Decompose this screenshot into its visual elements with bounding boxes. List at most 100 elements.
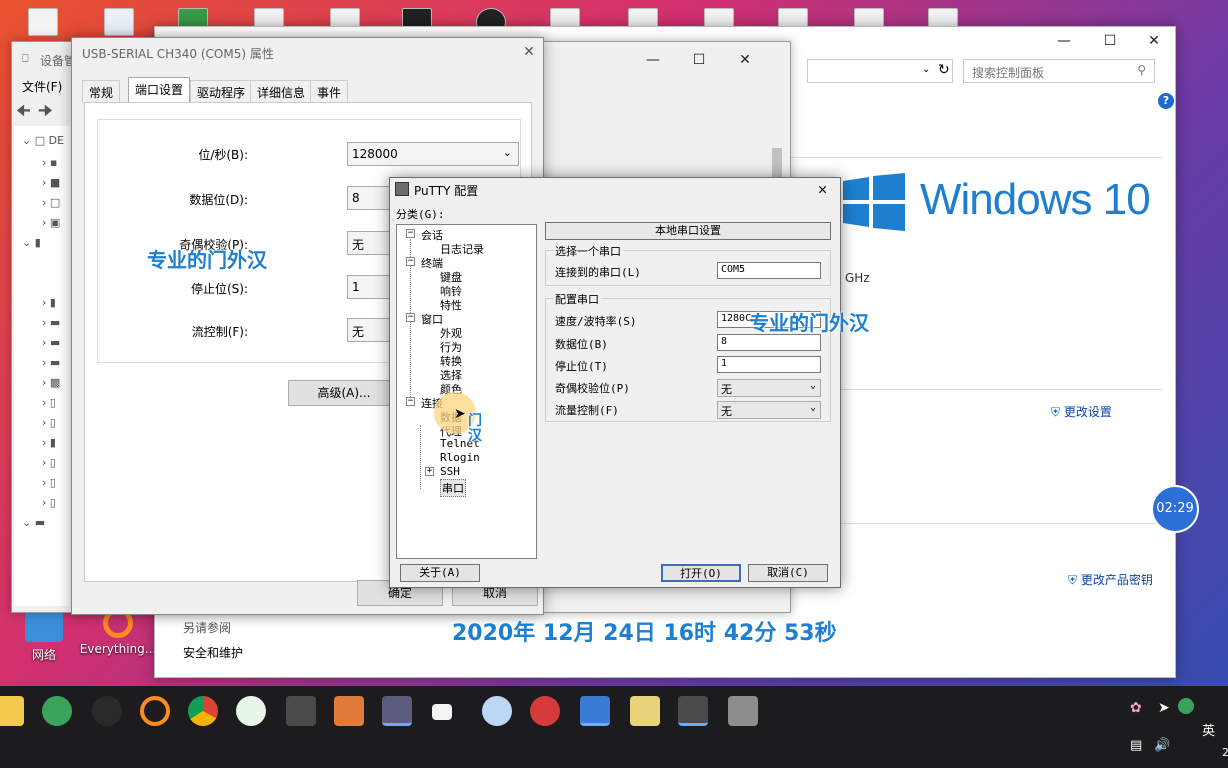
- stop-bits-input[interactable]: 1: [717, 356, 821, 373]
- minimize-button[interactable]: —: [1041, 27, 1087, 55]
- category-tree[interactable]: −会话日志记录−终端键盘响铃特性−窗口外观行为转换选择颜色−连接数据代理Teln…: [396, 224, 537, 559]
- chevron-down-icon: ⌄: [809, 402, 816, 413]
- network-status-icon[interactable]: ▤: [1130, 738, 1142, 753]
- close-button[interactable]: ✕: [506, 38, 552, 66]
- desktop-file-icon[interactable]: [104, 8, 134, 36]
- windows-logo-text: Windows 10: [920, 175, 1151, 224]
- putty-title: PuTTY 配置: [414, 184, 479, 198]
- tree-item[interactable]: ⌄ ▮: [22, 236, 41, 252]
- putty-config-dialog: PuTTY 配置 ✕ 分类(G): − 会话 日志记录 − 终端 键盘 响铃 特性 − 窗口 外观行…: [389, 177, 841, 588]
- close-button[interactable]: ✕: [1131, 27, 1177, 55]
- tree-item[interactable]: › □: [42, 196, 60, 212]
- tab-port-settings[interactable]: 端口设置: [128, 77, 191, 103]
- change-settings-link[interactable]: ⛨ 更改设置: [1051, 403, 1112, 420]
- help-icon[interactable]: ?: [1158, 93, 1174, 109]
- app-icon[interactable]: [482, 696, 512, 726]
- tree-item[interactable]: › ▯: [42, 416, 56, 432]
- tree-expander-icon[interactable]: −: [406, 229, 415, 238]
- tree-item[interactable]: › ▩: [42, 376, 60, 392]
- chevron-down-icon[interactable]: ⌄: [922, 64, 930, 75]
- maximize-button[interactable]: ☐: [676, 46, 722, 74]
- forward-arrow-icon[interactable]: 🠊: [38, 100, 53, 127]
- desktop-icon-network[interactable]: 网络: [4, 608, 84, 663]
- stop-bits-value: 1: [721, 358, 728, 369]
- change-product-key-link[interactable]: ⛨ 更改产品密钥: [1068, 571, 1153, 588]
- back-arrow-icon[interactable]: 🠈: [16, 100, 31, 127]
- tree-item[interactable]: › ▬: [42, 316, 60, 332]
- tree-item[interactable]: SSH: [440, 465, 460, 478]
- data-bits-label: 数据位(B): [555, 338, 608, 351]
- tree-item[interactable]: 特性: [440, 297, 462, 313]
- device-manager-taskbar-icon[interactable]: [580, 696, 610, 726]
- tree-item[interactable]: › ■: [42, 176, 60, 192]
- tree-expander-icon[interactable]: −: [406, 313, 415, 322]
- security-maintenance-link[interactable]: 安全和维护: [183, 644, 243, 661]
- flow-control-select[interactable]: 无 ⌄: [717, 401, 821, 419]
- parity-select[interactable]: 无 ⌄: [717, 379, 821, 397]
- search-input[interactable]: 搜索控制面板 ⚲: [963, 59, 1155, 83]
- refresh-icon[interactable]: ↻: [938, 62, 950, 78]
- select-port-title: 选择一个串口: [553, 243, 623, 259]
- tree-item[interactable]: › ▣: [42, 216, 60, 232]
- tree-root[interactable]: ⌄ □ DE: [22, 134, 64, 150]
- connect-port-value: COM5: [721, 264, 746, 275]
- tree-item[interactable]: › ▯: [42, 496, 56, 512]
- tray-app-icon[interactable]: [1178, 698, 1194, 714]
- player-icon[interactable]: [236, 696, 266, 726]
- tree-item[interactable]: 日志记录: [440, 241, 484, 257]
- app-icon[interactable]: [92, 696, 122, 726]
- chrome-icon[interactable]: [188, 696, 218, 726]
- search-file-icon[interactable]: [630, 696, 660, 726]
- maximize-button[interactable]: ☐: [1087, 27, 1133, 55]
- tree-expander-icon[interactable]: −: [406, 257, 415, 266]
- desktop-file-icon[interactable]: [28, 8, 58, 36]
- tree-item[interactable]: › ▬: [42, 336, 60, 352]
- divider: [785, 157, 1163, 158]
- close-button[interactable]: ✕: [818, 180, 827, 198]
- tree-item[interactable]: ⌄ ▬: [22, 516, 45, 532]
- tab-general[interactable]: 常规: [82, 80, 121, 102]
- tree-item[interactable]: › ▪: [42, 156, 57, 172]
- tree-item[interactable]: 串口: [440, 479, 466, 497]
- tree-item[interactable]: › ▯: [42, 476, 56, 492]
- app-icon[interactable]: [334, 696, 364, 726]
- tree-item[interactable]: › ▮: [42, 296, 56, 312]
- volume-icon[interactable]: 🔊: [1154, 738, 1170, 753]
- browser-icon[interactable]: [42, 696, 72, 726]
- connect-port-input[interactable]: COM5: [717, 262, 821, 279]
- close-button[interactable]: ✕: [722, 46, 768, 74]
- tab-driver[interactable]: 驱动程序: [190, 80, 253, 102]
- tree-item[interactable]: › ▯: [42, 456, 56, 472]
- chip-icon[interactable]: [678, 696, 708, 726]
- chip-icon[interactable]: [286, 696, 316, 726]
- tree-item[interactable]: › ▯: [42, 396, 56, 412]
- tree-item[interactable]: Rlogin: [440, 451, 480, 464]
- printer-icon[interactable]: [728, 696, 758, 726]
- advanced-button[interactable]: 高级(A)...: [288, 380, 400, 406]
- bits-per-second-select[interactable]: 128000 ⌄: [347, 142, 519, 166]
- stop-bits-label: 停止位(S):: [190, 282, 248, 296]
- tree-item[interactable]: › ▬: [42, 356, 60, 372]
- tab-events[interactable]: 事件: [310, 80, 349, 102]
- tree-expander-icon[interactable]: +: [425, 467, 434, 476]
- about-button[interactable]: 关于(A): [400, 564, 480, 582]
- minimize-button[interactable]: —: [630, 46, 676, 74]
- flow-control-label: 流控制(F):: [191, 325, 248, 339]
- data-bits-input[interactable]: 8: [717, 334, 821, 351]
- tree-item[interactable]: › ▮: [42, 436, 56, 452]
- desktop-icon-everything[interactable]: Everything...: [78, 608, 158, 656]
- putty-taskbar-icon[interactable]: [382, 696, 412, 726]
- ime-indicator[interactable]: 英: [1202, 720, 1215, 739]
- tab-details[interactable]: 详细信息: [250, 80, 313, 102]
- tree-expander-icon[interactable]: −: [406, 397, 415, 406]
- address-bar[interactable]: ⌄ ↻: [807, 59, 953, 83]
- stop-bits-value: 1: [352, 280, 360, 294]
- folder-icon[interactable]: [432, 704, 452, 720]
- menu-file[interactable]: 文件(F): [22, 78, 62, 95]
- tray-flower-icon[interactable]: ✿: [1130, 700, 1142, 716]
- cancel-button[interactable]: 取消(C): [748, 564, 828, 582]
- search-app-icon[interactable]: [140, 696, 170, 726]
- file-explorer-icon[interactable]: [0, 696, 24, 726]
- app-icon[interactable]: [530, 696, 560, 726]
- open-button[interactable]: 打开(O): [661, 564, 741, 582]
